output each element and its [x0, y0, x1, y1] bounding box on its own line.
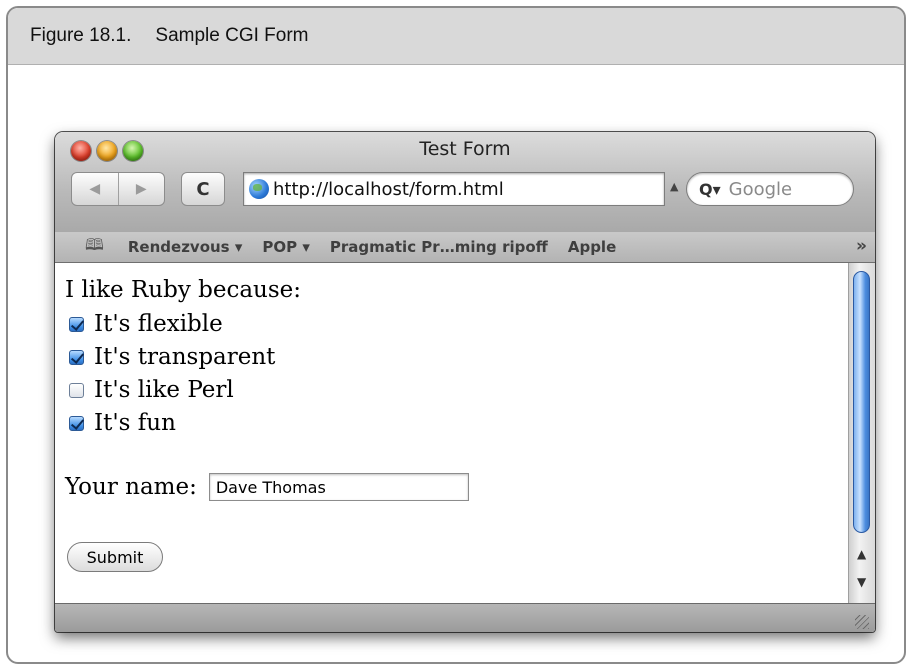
bookmark-apple[interactable]: Apple	[568, 238, 616, 256]
option-label: It's fun	[94, 410, 176, 436]
reload-button[interactable]: C	[181, 172, 225, 206]
scroll-down-icon[interactable]: ▼	[857, 575, 866, 589]
browser-window: Test Form ◀ ▶ C http://localhost/form.ht…	[55, 132, 875, 632]
magnifier-icon[interactable]: Q▾	[699, 180, 721, 199]
back-arrow-icon[interactable]: ◀	[72, 173, 119, 205]
checkbox-transparent[interactable]	[69, 349, 84, 365]
resize-grip-icon[interactable]	[855, 615, 869, 629]
option-label: It's like Perl	[94, 377, 234, 403]
forward-arrow-icon[interactable]: ▶	[119, 173, 165, 205]
figure-number: Figure 18.1.	[30, 25, 132, 46]
scroll-up-icon[interactable]: ▲	[857, 547, 866, 561]
page-content: I like Ruby because: It's flexible It's …	[55, 263, 848, 603]
book-icon[interactable]: 🕮	[85, 234, 104, 261]
address-url: http://localhost/form.html	[273, 178, 504, 200]
reload-icon: C	[196, 178, 210, 200]
checkbox-like-perl[interactable]	[69, 382, 84, 398]
option-label: It's transparent	[94, 344, 276, 370]
name-row: Your name: Dave Thomas	[65, 473, 469, 501]
name-label: Your name:	[65, 474, 197, 500]
option-label: It's flexible	[94, 311, 223, 337]
checkbox-flexible[interactable]	[69, 316, 84, 332]
address-bar[interactable]: http://localhost/form.html	[243, 172, 665, 206]
browser-titlebar: Test Form ◀ ▶ C http://localhost/form.ht…	[55, 132, 875, 233]
bookmark-rendezvous[interactable]: Rendezvous ▾	[128, 238, 243, 256]
option-row[interactable]: It's like Perl	[69, 377, 234, 403]
bookmark-pragmatic[interactable]: Pragmatic Pr…ming ripoff	[330, 238, 548, 256]
figure-caption-bar: Figure 18.1. Sample CGI Form	[8, 8, 904, 65]
name-input[interactable]: Dave Thomas	[208, 473, 469, 501]
status-bar	[55, 603, 875, 632]
bookmark-pop[interactable]: POP ▾	[262, 238, 310, 256]
more-bookmarks-icon[interactable]: »	[856, 236, 867, 256]
option-row[interactable]: It's fun	[69, 410, 176, 436]
globe-icon	[249, 179, 269, 199]
search-placeholder: Google	[728, 178, 793, 200]
address-dropdown-icon[interactable]: ▲	[670, 180, 678, 193]
window-title: Test Form	[419, 138, 511, 160]
checkbox-fun[interactable]	[69, 415, 84, 431]
figure-caption: Sample CGI Form	[155, 25, 309, 46]
form-intro: I like Ruby because:	[65, 277, 302, 303]
bookmarks-bar: 🕮 Rendezvous ▾ POP ▾ Pragmatic Pr…ming r…	[55, 232, 875, 263]
vertical-scrollbar[interactable]: ▲ ▼	[848, 263, 875, 603]
search-field[interactable]: Q▾ Google	[686, 172, 854, 206]
scroll-thumb[interactable]	[853, 271, 870, 533]
submit-button[interactable]: Submit	[67, 542, 163, 572]
option-row[interactable]: It's flexible	[69, 311, 223, 337]
option-row[interactable]: It's transparent	[69, 344, 275, 370]
figure-frame: Figure 18.1. Sample CGI Form Test Form ◀…	[6, 6, 906, 664]
back-forward-buttons: ◀ ▶	[71, 172, 165, 206]
